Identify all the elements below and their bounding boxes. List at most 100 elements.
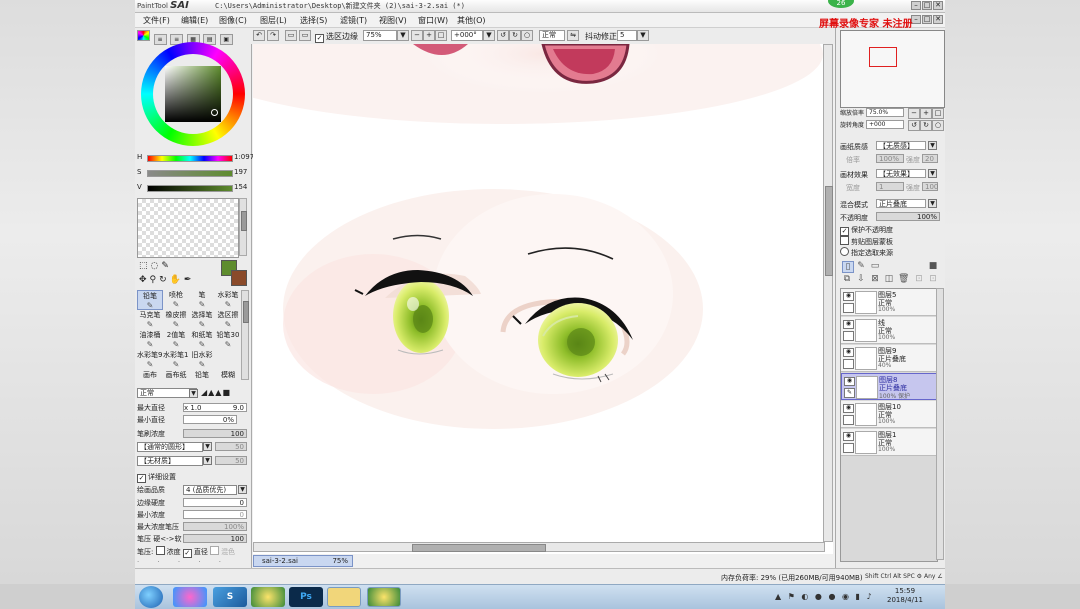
brush-texture-dropdown-icon[interactable]: ▼ [203, 456, 212, 465]
taskbar-app-paint-icon[interactable] [251, 587, 285, 607]
layer-lock-icon[interactable] [843, 415, 854, 425]
layer-visibility-icon[interactable]: ◉ [843, 404, 854, 413]
layer-row[interactable]: ◉ 线正常 100% [841, 317, 937, 344]
layer-extra-icon-2[interactable]: ⊡ [928, 274, 938, 284]
brush-slot[interactable] [215, 350, 241, 370]
protect-opacity-toggle[interactable]: ✓ 保护不透明度 [840, 225, 893, 236]
maximize-button[interactable]: □ [922, 1, 932, 10]
layer-list-scrollbar[interactable] [936, 288, 944, 560]
scratch-icon[interactable]: ▣ [219, 34, 233, 45]
menu-edit[interactable]: 编辑(E) [181, 15, 208, 26]
rotate-tool-icon[interactable]: ↻ [159, 275, 170, 285]
merge-down-icon[interactable]: ⇩ [856, 274, 866, 284]
brush-texture-select[interactable]: 【无材质】 [137, 456, 203, 466]
rotate-right-button[interactable]: ↻ [509, 30, 521, 41]
selection-source-toggle[interactable]: 指定选取来源 [840, 247, 893, 258]
taskbar-app-folder-icon[interactable] [327, 587, 361, 607]
rotate-reset-button[interactable]: ○ [521, 30, 533, 41]
brush-shape-dropdown-icon[interactable]: ▼ [203, 442, 212, 451]
taskbar-app-sai-icon[interactable]: S [213, 587, 247, 607]
canvas-blend-field[interactable]: 正常 [539, 30, 565, 41]
scratchpad-scroll-thumb[interactable] [241, 211, 247, 231]
new-linework-layer-icon[interactable]: ✎ [856, 261, 866, 271]
paper-strength-field[interactable]: 20 [922, 154, 938, 163]
brush-shape-icons[interactable]: ◢▲▲■ [201, 388, 231, 397]
zoom-out-button[interactable]: − [411, 30, 423, 41]
canvas-vertical-scroll-thumb[interactable] [825, 186, 833, 276]
taskbar-app-sai-active-icon[interactable] [367, 587, 401, 607]
max-size-field[interactable]: x 1.0 9.0 [183, 403, 247, 412]
clear-layer-icon[interactable]: ⊠ [870, 274, 880, 284]
brush-slot[interactable]: 铅笔 ✎ [137, 290, 163, 310]
rotate-left-button[interactable]: ↺ [497, 30, 509, 41]
brush-slot[interactable]: 画布 [137, 370, 163, 390]
move-tool-icon[interactable]: ✥ [139, 275, 150, 285]
brush-slot[interactable]: 和纸笔 ✎ [189, 330, 215, 350]
brush-slot[interactable]: 铅笔 [189, 370, 215, 390]
zoom-dropdown-icon[interactable]: ▼ [397, 30, 409, 41]
layer-extra-icon-1[interactable]: ⊡ [914, 274, 924, 284]
nav-zoom-reset-button[interactable]: □ [932, 108, 944, 119]
scratchpad[interactable] [137, 198, 239, 258]
brush-texture-value[interactable]: 50 [215, 456, 247, 465]
layer-row[interactable]: ◉ 图层10 正常 100% [841, 401, 937, 428]
brush-shape-value[interactable]: 50 [215, 442, 247, 451]
paper-texture-select[interactable]: 【无质感】 [876, 141, 926, 150]
taskbar-clock[interactable]: 15:59 2018/4/11 [887, 587, 923, 605]
brush-slot[interactable]: 橡皮擦 ✎ [163, 310, 189, 330]
undo-button[interactable]: ↶ [253, 30, 265, 41]
new-folder-icon[interactable]: ▭ [870, 261, 880, 271]
navigator-viewport[interactable] [869, 47, 897, 67]
minimize-button[interactable]: – [911, 1, 921, 10]
layer-blend-dropdown-icon[interactable]: ▼ [928, 199, 937, 208]
brush-slot[interactable]: 画布纸 [163, 370, 189, 390]
brush-slot[interactable]: 马克笔 ✎ [137, 310, 163, 330]
layer-visibility-icon[interactable]: ◉ [843, 432, 854, 441]
doc-minimize-button[interactable]: – [911, 15, 921, 24]
quality-select[interactable]: 4 (品质优先) [183, 485, 237, 495]
brush-slot[interactable]: 铅笔30 ✎ [215, 330, 241, 350]
selection-source-checkbox[interactable] [840, 247, 849, 256]
min-size-field[interactable]: 0% [183, 415, 237, 424]
start-button[interactable] [139, 586, 163, 608]
menu-window[interactable]: 窗口(W) [418, 15, 448, 26]
brush-slot[interactable]: 水彩笔10喷✎ [163, 350, 189, 370]
rgb-slider-icon[interactable]: ≡ [153, 34, 167, 45]
brush-slot[interactable]: 模糊 [215, 370, 241, 390]
brush-slot[interactable]: 水彩笔9喷✎ [137, 350, 163, 370]
nav-rotate-field[interactable]: +000 [866, 120, 904, 129]
layer-lock-icon[interactable] [843, 359, 854, 369]
saturation-bar[interactable] [147, 170, 233, 177]
lasso-tool-icon[interactable]: ◌ [151, 261, 162, 271]
color-wheel[interactable] [141, 42, 245, 146]
layer-lock-icon[interactable]: ✎ [844, 388, 855, 398]
menu-other[interactable]: 其他(O) [457, 15, 486, 26]
effect-dropdown-icon[interactable]: ▼ [928, 169, 937, 178]
zoom-tool-icon[interactable]: ⚲ [150, 275, 160, 285]
redo-button[interactable]: ↷ [267, 30, 279, 41]
menu-view[interactable]: 视图(V) [379, 15, 407, 26]
flip-view-button[interactable]: ⇋ [567, 30, 579, 41]
doc-restore-button[interactable]: □ [922, 15, 932, 24]
zoom-field[interactable]: 75% [363, 30, 397, 41]
selection-edge-toggle[interactable]: ✓ 选区边缘 [315, 31, 358, 43]
stabilizer-dropdown-icon[interactable]: ▼ [637, 30, 649, 41]
nav-zoom-out-button[interactable]: − [908, 108, 920, 119]
effect-width-field[interactable]: 1 [876, 182, 904, 191]
system-tray-icons[interactable]: ▲ ⚑ ◐ ● ● ◉ ▮ ♪ [775, 592, 874, 601]
clip-mask-toggle[interactable]: 剪贴图层蒙板 [840, 236, 893, 247]
layer-row[interactable]: ◉ 图层9 正片叠底 40% [841, 345, 937, 372]
brush-slot[interactable]: 旧水彩 ✎ [189, 350, 215, 370]
layer-visibility-icon[interactable]: ◉ [843, 348, 854, 357]
min-density-field[interactable]: 0 [183, 510, 247, 519]
brush-slot[interactable]: 油漆桶 ✎ [137, 330, 163, 350]
deselect-button[interactable]: ▭ [285, 30, 297, 41]
paper-scale-field[interactable]: 100% [876, 154, 904, 163]
brush-shape-select[interactable]: 【通常的圆形】 [137, 442, 203, 452]
layer-visibility-icon[interactable]: ◉ [843, 320, 854, 329]
brush-blend-dropdown-icon[interactable]: ▼ [189, 389, 198, 398]
paper-texture-dropdown-icon[interactable]: ▼ [928, 141, 937, 150]
rotation-field[interactable]: +000° [451, 30, 483, 41]
nav-zoom-in-button[interactable]: + [920, 108, 932, 119]
quality-dropdown-icon[interactable]: ▼ [238, 485, 247, 494]
